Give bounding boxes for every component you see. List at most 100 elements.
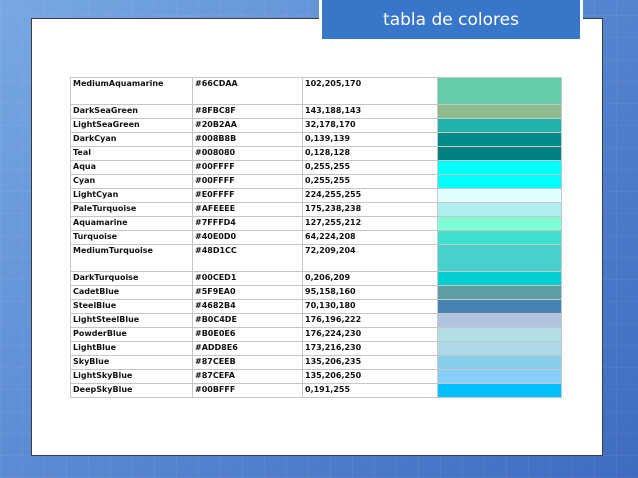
table-row: Cyan #00FFFF 0,255,255 [70,174,562,189]
color-swatch [437,216,562,231]
color-swatch [437,313,562,328]
hex-code-cell: #87CEFA [192,369,303,384]
color-swatch [437,104,562,119]
table-row: DarkTurquoise #00CED1 0,206,209 [70,271,562,286]
table-row: Aquamarine #7FFFD4 127,255,212 [70,216,562,231]
color-swatch [437,369,562,384]
table-row: LightBlue #ADD8E6 173,216,230 [70,341,562,356]
hex-code-cell: #87CEEB [192,355,303,370]
hex-code-cell: #AFEEEE [192,202,303,217]
table-row: PowderBlue #B0E0E6 176,224,230 [70,327,562,342]
color-swatch [437,188,562,203]
table-row: Aqua #00FFFF 0,255,255 [70,160,562,175]
rgb-value-cell: 224,255,255 [302,188,438,203]
color-swatch [437,355,562,370]
slide-title: tabla de colores [383,10,519,30]
color-name-cell: PowderBlue [70,327,193,342]
rgb-value-cell: 72,209,204 [302,244,438,272]
color-swatch [437,174,562,189]
color-swatch [437,271,562,286]
hex-code-cell: #40E0D0 [192,230,303,245]
table-row: PaleTurquoise #AFEEEE 175,238,238 [70,202,562,217]
hex-code-cell: #ADD8E6 [192,341,303,356]
rgb-value-cell: 0,139,139 [302,132,438,147]
color-name-cell: Teal [70,146,193,161]
color-name-cell: Aquamarine [70,216,193,231]
color-swatch [437,327,562,342]
color-swatch [437,341,562,356]
hex-code-cell: #00FFFF [192,160,303,175]
color-name-cell: LightBlue [70,341,193,356]
rgb-value-cell: 176,196,222 [302,313,438,328]
color-name-cell: Aqua [70,160,193,175]
color-swatch [437,77,562,105]
hex-code-cell: #B0E0E6 [192,327,303,342]
table-row: SteelBlue #4682B4 70,130,180 [70,299,562,314]
table-row: LightSkyBlue #87CEFA 135,206,250 [70,369,562,384]
hex-code-cell: #E0FFFF [192,188,303,203]
rgb-value-cell: 0,255,255 [302,174,438,189]
color-name-cell: DarkTurquoise [70,271,193,286]
color-table-body: MediumAquamarine #66CDAA 102,205,170 DarkSe… [70,77,562,398]
rgb-value-cell: 176,224,230 [302,327,438,342]
rgb-value-cell: 0,206,209 [302,271,438,286]
hex-code-cell: #66CDAA [192,77,303,105]
color-swatch [437,230,562,245]
color-name-cell: LightSkyBlue [70,369,193,384]
table-row: Turquoise #40E0D0 64,224,208 [70,230,562,245]
color-swatch [437,118,562,133]
color-name-cell: DeepSkyBlue [70,383,193,398]
color-name-cell: LightSteelBlue [70,313,193,328]
table-row: MediumAquamarine #66CDAA 102,205,170 [70,77,562,105]
color-swatch [437,146,562,161]
color-name-cell: MediumTurquoise [70,244,193,272]
color-name-cell: DarkCyan [70,132,193,147]
rgb-value-cell: 173,216,230 [302,341,438,356]
rgb-value-cell: 135,206,235 [302,355,438,370]
table-row: Teal #008080 0,128,128 [70,146,562,161]
table-row: SkyBlue #87CEEB 135,206,235 [70,355,562,370]
hex-code-cell: #008080 [192,146,303,161]
rgb-value-cell: 70,130,180 [302,299,438,314]
color-table: MediumAquamarine #66CDAA 102,205,170 DarkSe… [70,77,562,398]
rgb-value-cell: 0,128,128 [302,146,438,161]
color-name-cell: PaleTurquoise [70,202,193,217]
color-swatch [437,383,562,398]
rgb-value-cell: 102,205,170 [302,77,438,105]
table-row: LightSeaGreen #20B2AA 32,178,170 [70,118,562,133]
rgb-value-cell: 175,238,238 [302,202,438,217]
title-banner: tabla de colores [319,0,583,42]
table-row: DarkSeaGreen #8FBC8F 143,188,143 [70,104,562,119]
color-swatch [437,299,562,314]
hex-code-cell: #4682B4 [192,299,303,314]
hex-code-cell: #B0C4DE [192,313,303,328]
hex-code-cell: #00CED1 [192,271,303,286]
table-row: DarkCyan #008B8B 0,139,139 [70,132,562,147]
color-swatch [437,132,562,147]
color-swatch [437,285,562,300]
hex-code-cell: #5F9EA0 [192,285,303,300]
rgb-value-cell: 64,224,208 [302,230,438,245]
rgb-value-cell: 32,178,170 [302,118,438,133]
table-row: LightCyan #E0FFFF 224,255,255 [70,188,562,203]
table-row: MediumTurquoise #48D1CC 72,209,204 [70,244,562,272]
hex-code-cell: #8FBC8F [192,104,303,119]
hex-code-cell: #48D1CC [192,244,303,272]
hex-code-cell: #008B8B [192,132,303,147]
rgb-value-cell: 0,191,255 [302,383,438,398]
rgb-value-cell: 95,158,160 [302,285,438,300]
color-swatch [437,160,562,175]
color-name-cell: DarkSeaGreen [70,104,193,119]
color-name-cell: LightSeaGreen [70,118,193,133]
rgb-value-cell: 135,206,250 [302,369,438,384]
hex-code-cell: #00FFFF [192,174,303,189]
hex-code-cell: #00BFFF [192,383,303,398]
hex-code-cell: #7FFFD4 [192,216,303,231]
rgb-value-cell: 0,255,255 [302,160,438,175]
hex-code-cell: #20B2AA [192,118,303,133]
color-name-cell: SteelBlue [70,299,193,314]
color-name-cell: LightCyan [70,188,193,203]
color-name-cell: CadetBlue [70,285,193,300]
table-row: LightSteelBlue #B0C4DE 176,196,222 [70,313,562,328]
color-name-cell: MediumAquamarine [70,77,193,105]
